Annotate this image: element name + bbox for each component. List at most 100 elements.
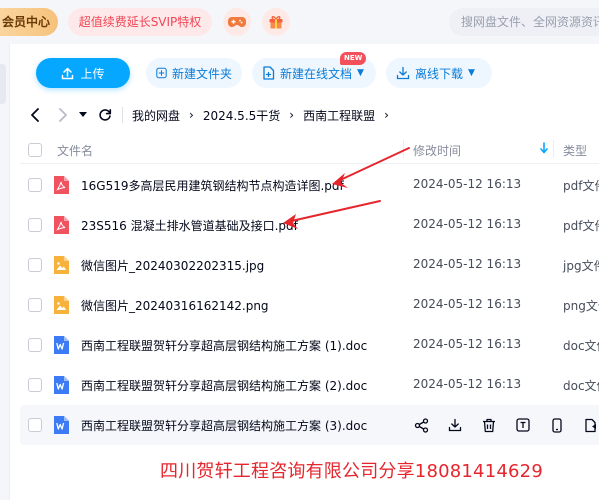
- file-name[interactable]: 23S516 混凝土排水管道基础及接口.pdf: [81, 217, 298, 234]
- row-checkbox[interactable]: [28, 218, 42, 232]
- row-checkbox[interactable]: [28, 258, 42, 272]
- row-action-toolbar: [411, 415, 599, 435]
- search-input[interactable]: 搜网盘文件、全网资源资讯: [449, 8, 599, 36]
- file-name[interactable]: 西南工程联盟贺轩分享超高层钢结构施工方案 (1).doc: [81, 337, 367, 354]
- file-modified-time: 2024-05-12 16:13: [413, 297, 522, 311]
- gift-button[interactable]: [262, 8, 290, 36]
- breadcrumb-separator-icon: ›: [189, 108, 194, 122]
- breadcrumb-separator-icon: ›: [289, 108, 295, 122]
- column-header-modified[interactable]: 修改时间: [413, 142, 461, 159]
- phone-icon: [552, 417, 562, 433]
- file-name[interactable]: 西南工程联盟贺轩分享超高层钢结构施工方案 (2).doc: [81, 377, 367, 394]
- file-modified-time: 2024-05-12 16:13: [413, 257, 522, 271]
- offline-download-button[interactable]: 离线下载 ▼: [386, 58, 492, 88]
- breadcrumb-separator-icon: ›: [384, 108, 389, 122]
- refresh-icon: [99, 109, 112, 121]
- new-folder-button[interactable]: 新建文件夹: [146, 58, 242, 88]
- file-type: png文件: [563, 299, 599, 313]
- pdf-icon: [54, 176, 69, 194]
- history-dropdown[interactable]: [76, 104, 90, 126]
- row-checkbox[interactable]: [28, 418, 42, 432]
- breadcrumb: 我的网盘 › 2024.5.5干货 › 西南工程联盟 ›: [24, 104, 398, 126]
- top-bar: 会员中心 超值续费延长SVIP特权 搜网盘文件、全网资源资讯: [0, 0, 599, 44]
- column-header-type[interactable]: 类型: [563, 142, 587, 159]
- file-row[interactable]: 西南工程联盟贺轩分享超高层钢结构施工方案 (2).doc 2024-05-12 …: [20, 365, 599, 405]
- more-actions-button[interactable]: [581, 415, 599, 435]
- row-checkbox[interactable]: [28, 178, 42, 192]
- file-name[interactable]: 微信图片_20240316162142.png: [81, 297, 269, 314]
- offline-download-label: 离线下载: [415, 66, 464, 81]
- text-frame-icon: [516, 418, 530, 432]
- breadcrumb-item-current[interactable]: 西南工程联盟: [303, 107, 375, 124]
- file-modified-time: 2024-05-12 16:13: [413, 177, 522, 191]
- file-name[interactable]: 16G519多高层民用建筑钢结构节点构造详图.pdf: [81, 177, 344, 194]
- file-type: doc文件: [563, 339, 599, 353]
- trash-icon: [483, 418, 495, 432]
- file-name[interactable]: 西南工程联盟贺轩分享超高层钢结构施工方案 (3).doc: [81, 417, 367, 434]
- upload-icon: [62, 67, 74, 79]
- chevron-down-icon: ▼: [357, 68, 364, 78]
- share-icon: [414, 417, 428, 433]
- file-modified-time: 2024-05-12 16:13: [413, 217, 522, 231]
- chevron-left-icon: [31, 108, 39, 122]
- file-row[interactable]: 16G519多高层民用建筑钢结构节点构造详图.pdf 2024-05-12 16…: [20, 165, 599, 205]
- refresh-button[interactable]: [94, 104, 116, 126]
- image-icon: [54, 296, 69, 314]
- sort-down-icon[interactable]: [540, 142, 548, 157]
- delete-button[interactable]: [479, 415, 499, 435]
- word-icon: [54, 376, 69, 394]
- breadcrumb-item-folder[interactable]: 2024.5.5干货: [203, 107, 280, 124]
- copy-doc-icon: [585, 418, 596, 432]
- file-type: pdf文件: [563, 219, 599, 233]
- gift-icon: [269, 16, 283, 29]
- new-folder-icon: [156, 67, 167, 79]
- download-icon: [396, 66, 410, 80]
- column-divider: [403, 140, 404, 158]
- game-button[interactable]: [223, 8, 251, 36]
- mobile-open-button[interactable]: [547, 415, 567, 435]
- file-row[interactable]: 23S516 混凝土排水管道基础及接口.pdf 2024-05-12 16:13…: [20, 205, 599, 245]
- file-name[interactable]: 微信图片_20240302202315.jpg: [81, 257, 264, 274]
- file-table-header: 文件名 修改时间 类型: [20, 136, 599, 164]
- sidebar-active-item[interactable]: [0, 64, 6, 104]
- word-icon: [54, 416, 69, 434]
- divider: [122, 107, 123, 123]
- file-type: doc文件: [563, 379, 599, 393]
- gamepad-icon: [228, 17, 246, 27]
- svip-renew-button[interactable]: 超值续费延长SVIP特权: [68, 8, 212, 36]
- file-row-hovered[interactable]: 西南工程联盟贺轩分享超高层钢结构施工方案 (3).doc: [20, 405, 599, 445]
- member-center-button[interactable]: 会员中心: [0, 8, 58, 36]
- new-folder-label: 新建文件夹: [171, 66, 232, 81]
- forward-button[interactable]: [52, 104, 74, 126]
- breadcrumb-item-root[interactable]: 我的网盘: [132, 107, 180, 124]
- sidebar-edge: [0, 44, 10, 500]
- download-icon: [448, 418, 462, 432]
- row-checkbox[interactable]: [28, 338, 42, 352]
- select-all-checkbox[interactable]: [28, 143, 42, 157]
- row-checkbox[interactable]: [28, 298, 42, 312]
- column-divider: [553, 140, 554, 158]
- file-row[interactable]: 微信图片_20240302202315.jpg 2024-05-12 16:13…: [20, 245, 599, 285]
- back-button[interactable]: [24, 104, 46, 126]
- image-icon: [54, 256, 69, 274]
- file-row[interactable]: 西南工程联盟贺轩分享超高层钢结构施工方案 (1).doc 2024-05-12 …: [20, 325, 599, 365]
- pdf-icon: [54, 216, 69, 234]
- column-header-name[interactable]: 文件名: [57, 142, 93, 159]
- new-online-doc-label: 新建在线文档: [280, 66, 353, 81]
- file-type: jpg文件: [563, 259, 599, 273]
- new-badge: NEW: [340, 52, 367, 65]
- caret-down-icon: [79, 112, 87, 117]
- file-modified-time: 2024-05-12 16:13: [413, 337, 522, 351]
- share-watermark-text: 四川贺轩工程咨询有限公司分享18081414629: [160, 461, 543, 482]
- chevron-right-icon: [59, 108, 67, 122]
- row-checkbox[interactable]: [28, 378, 42, 392]
- share-button[interactable]: [411, 415, 431, 435]
- upload-button[interactable]: 上传: [36, 58, 130, 88]
- chevron-down-icon: ▼: [468, 68, 475, 78]
- file-modified-time: 2024-05-12 16:13: [413, 377, 522, 391]
- download-button[interactable]: [445, 415, 465, 435]
- word-icon: [54, 336, 69, 354]
- file-row[interactable]: 微信图片_20240316162142.png 2024-05-12 16:13…: [20, 285, 599, 325]
- online-doc-icon: [263, 66, 275, 80]
- text-extract-button[interactable]: [513, 415, 533, 435]
